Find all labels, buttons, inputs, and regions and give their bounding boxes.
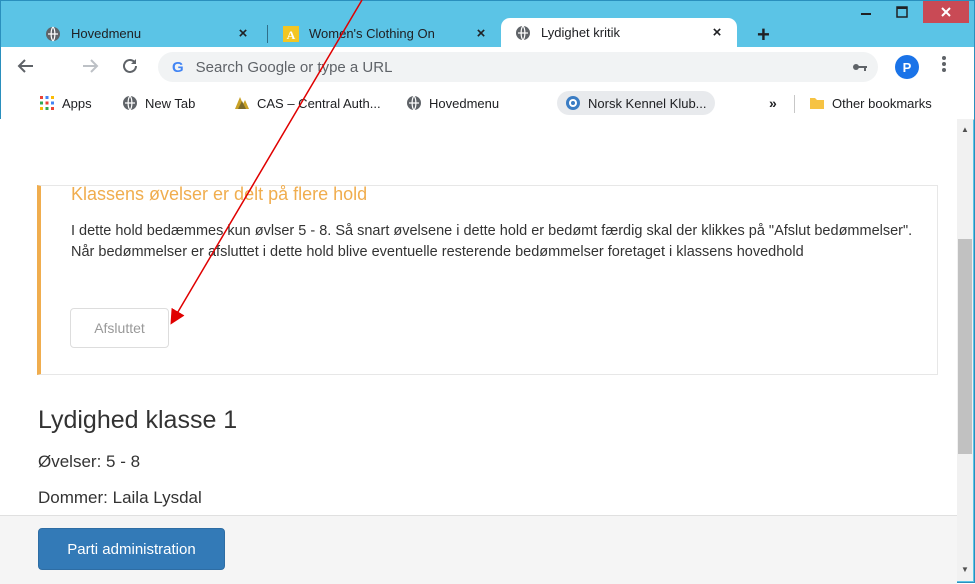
cas-icon (234, 95, 250, 111)
globe-icon (122, 95, 138, 111)
profile-avatar[interactable]: P (895, 55, 919, 79)
bookmark-label: CAS – Central Auth... (257, 95, 381, 111)
bookmark-apps[interactable]: Apps (39, 91, 92, 115)
svg-text:A: A (287, 28, 296, 42)
tab-title: Hovedmenu (71, 26, 142, 41)
parti-administration-button[interactable]: Parti administration (38, 528, 225, 570)
notice-text: I dette hold bedæmmes kun øvlser 5 - 8. … (71, 223, 913, 260)
forward-arrow-icon[interactable] (81, 57, 99, 80)
back-arrow-icon[interactable] (17, 57, 35, 80)
judge-text: Dommer: Laila Lysdal (38, 488, 202, 507)
exercises-text: Øvelser: 5 - 8 (38, 452, 141, 471)
bookmark-label: Apps (62, 95, 92, 111)
notice-title: Klassens øvelser er delt på flere hold (71, 184, 368, 204)
globe-icon (45, 26, 61, 42)
tab-title: Women's Clothing On (309, 26, 435, 41)
afsluttet-button[interactable]: Afsluttet (70, 308, 169, 348)
reload-icon[interactable] (121, 57, 139, 80)
minimize-icon[interactable] (851, 1, 881, 23)
google-icon: G (172, 58, 184, 76)
tab-divider (267, 25, 268, 43)
scroll-up-icon[interactable]: ▲ (961, 125, 969, 134)
vertical-scrollbar[interactable]: ▲ ▼ (957, 119, 973, 581)
bookmark-new-tab[interactable]: New Tab (122, 91, 195, 115)
globe-icon (515, 25, 531, 41)
bookmark-label: Other bookmarks (832, 95, 932, 111)
folder-icon (809, 95, 825, 111)
bookmarks-overflow-button[interactable]: » (769, 91, 777, 115)
close-tab-icon[interactable]: × (235, 25, 251, 42)
tab-hovedmenu[interactable]: Hovedmenu × (31, 20, 263, 47)
maximize-icon[interactable] (887, 1, 917, 23)
close-tab-icon[interactable]: × (709, 24, 725, 41)
nkk-icon (565, 95, 581, 111)
bookmarks-divider (794, 95, 795, 113)
apps-icon (39, 95, 55, 111)
tab-title: Lydighet kritik (541, 25, 620, 40)
tab-strip: Hovedmenu × A Women's Clothing On × Lydi… (1, 1, 974, 47)
notice-panel (37, 185, 938, 375)
scrollbar-thumb[interactable] (958, 239, 972, 454)
bookmark-label: Norsk Kennel Klub... (588, 95, 707, 111)
close-window-icon[interactable] (923, 1, 969, 23)
bookmark-hovedmenu[interactable]: Hovedmenu (406, 91, 499, 115)
close-tab-icon[interactable]: × (473, 25, 489, 42)
address-input[interactable] (193, 57, 798, 77)
tab-lydighet-kritik[interactable]: Lydighet kritik × (501, 18, 737, 47)
page-footer: Parti administration (0, 515, 957, 584)
tab-womens-clothing[interactable]: A Women's Clothing On × (269, 20, 501, 47)
toolbar: G P (1, 47, 974, 87)
new-tab-button[interactable]: + (757, 24, 770, 46)
bookmark-label: New Tab (145, 95, 196, 111)
bookmark-cas[interactable]: CAS – Central Auth... (234, 91, 381, 115)
other-bookmarks[interactable]: Other bookmarks (809, 91, 932, 115)
globe-icon (406, 95, 422, 111)
amazon-icon: A (283, 25, 299, 42)
bookmark-label: Hovedmenu (429, 95, 500, 111)
bookmark-norsk-kennel-klub[interactable]: Norsk Kennel Klub... (557, 91, 715, 115)
omnibox[interactable]: G (158, 52, 878, 82)
scroll-down-icon[interactable]: ▼ (961, 565, 969, 574)
class-title: Lydighed klasse 1 (38, 406, 238, 434)
bookmarks-bar: Apps New Tab CAS – Central Auth... Hoved… (1, 87, 974, 120)
key-icon[interactable] (852, 60, 868, 77)
kebab-menu-icon[interactable] (941, 55, 947, 77)
